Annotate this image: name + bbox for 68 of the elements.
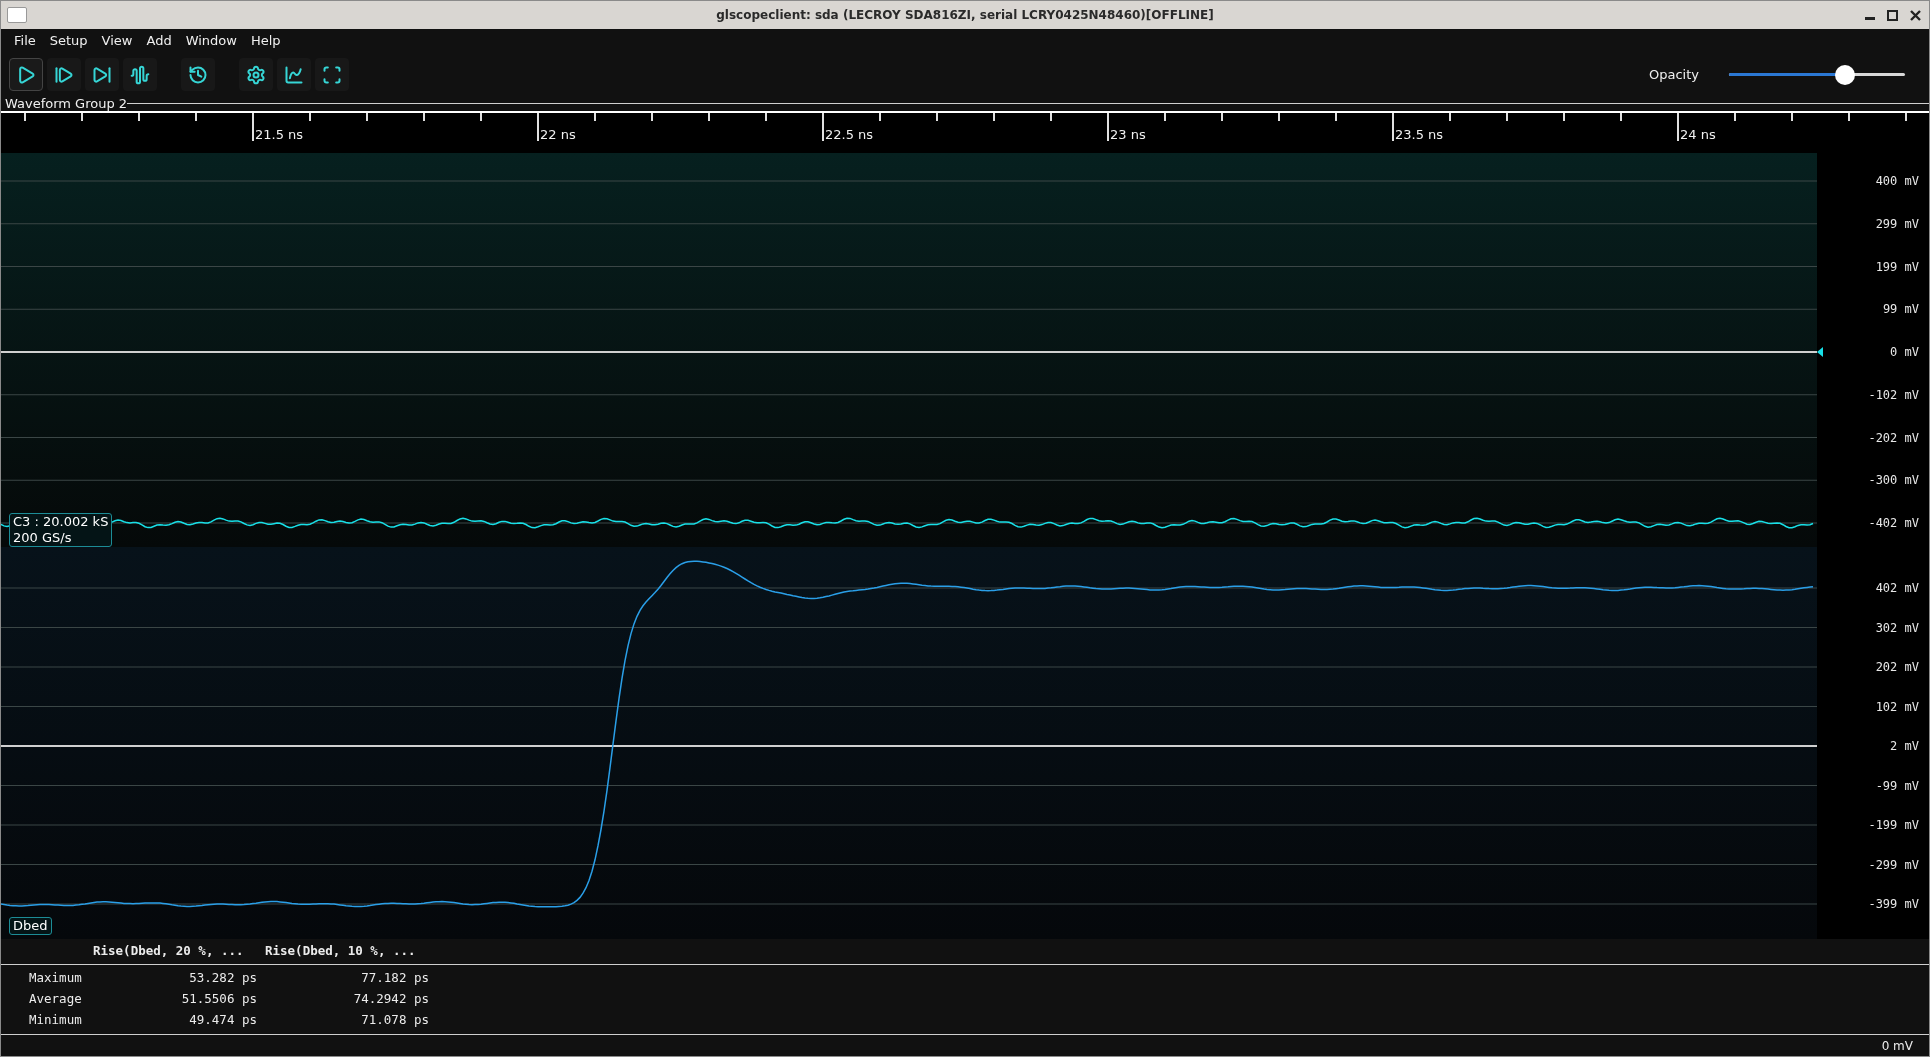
axis-label: -402 mV	[1868, 515, 1919, 531]
group-title: Waveform Group 2	[4, 96, 128, 111]
menu-item[interactable]: Window	[180, 31, 242, 51]
time-label: 24 ns	[1680, 126, 1716, 144]
toolbar-button[interactable]	[47, 58, 81, 91]
table-cell-text: 53.282 ps	[188, 969, 257, 988]
table-cell-text: 77.182 ps	[360, 969, 429, 988]
menu-item[interactable]: Add	[141, 31, 177, 51]
play-icon	[16, 64, 36, 85]
menu-item[interactable]: File	[9, 31, 41, 51]
maximize-icon[interactable]	[1887, 9, 1898, 21]
axis-label: 102 mV	[1875, 699, 1919, 715]
toolbar-button[interactable]	[239, 58, 273, 91]
step-forward-icon	[54, 64, 74, 85]
toolbar-button[interactable]	[9, 58, 43, 91]
toolbar-button[interactable]	[315, 58, 349, 91]
channel-label[interactable]: C3 : 20.002 kS 200 GS/s	[9, 513, 113, 547]
window-title: glscopeclient: sda (LECROY SDA816ZI, serial LCRY0425N48460)[OFFLINE]	[716, 7, 1214, 24]
axis-label: 0 mV	[1890, 344, 1919, 360]
table-cell-text: 51.5506 ps	[180, 990, 257, 1009]
axis-label: 302 mV	[1875, 620, 1919, 636]
row-label: Average	[28, 990, 83, 1009]
table-cell-text: 71.078 ps	[360, 1011, 429, 1030]
axis-label: -202 mV	[1868, 429, 1919, 446]
toolbar-button[interactable]	[277, 58, 311, 91]
fullscreen-icon	[322, 64, 342, 85]
axis-label: -102 mV	[1868, 386, 1919, 403]
waveform-icon	[130, 64, 150, 85]
row-label: Maximum	[28, 969, 83, 988]
row-label: Minimum	[28, 1011, 83, 1030]
toolbar-button[interactable]	[85, 58, 119, 91]
time-label: 22 ns	[540, 126, 576, 144]
close-icon[interactable]	[1910, 9, 1921, 21]
table-cell-text: 74.2942 ps	[352, 990, 429, 1009]
skip-forward-icon	[92, 64, 112, 85]
axis-label: 299 mV	[1875, 215, 1919, 232]
time-label: 21.5 ns	[255, 126, 304, 144]
toolbar-button[interactable]	[181, 58, 215, 91]
time-label: 23 ns	[1110, 126, 1146, 144]
axis-label: 402 mV	[1875, 580, 1919, 597]
history-icon	[188, 64, 208, 85]
axis-label: -99 mV	[1875, 778, 1919, 794]
column-header: Rise(Dbed, 20 %, ...	[93, 942, 245, 961]
column-header: Rise(Dbed, 10 %, ...	[265, 942, 417, 961]
axis-label: -299 mV	[1868, 857, 1919, 873]
axis-label: 2 mV	[1890, 738, 1919, 755]
channel-label[interactable]: Dbed	[9, 917, 52, 935]
axis-label: -399 mV	[1868, 896, 1919, 913]
menu-item[interactable]: View	[96, 31, 138, 51]
toolbar-button[interactable]	[123, 58, 157, 91]
axis-label: -199 mV	[1868, 817, 1919, 834]
window-icon	[7, 7, 27, 23]
opacity-slider[interactable]	[1729, 64, 1905, 85]
time-label: 22.5 ns	[825, 126, 874, 144]
axis-label: 199 mV	[1875, 258, 1919, 275]
table-cell-text: 49.474 ps	[188, 1011, 257, 1030]
slider-thumb[interactable]	[1835, 64, 1856, 85]
menu-item[interactable]: Setup	[44, 31, 93, 51]
settings-icon	[246, 64, 266, 85]
time-label: 23.5 ns	[1395, 126, 1444, 144]
curve-icon	[284, 64, 304, 85]
status-reading: 0 mV	[1881, 1037, 1913, 1055]
menu-item[interactable]: Help	[245, 31, 286, 51]
axis-label: 202 mV	[1875, 659, 1919, 676]
opacity-label: Opacity	[1649, 65, 1699, 84]
axis-label: -300 mV	[1868, 472, 1919, 489]
axis-label: 99 mV	[1882, 301, 1919, 318]
axis-label: 400 mV	[1875, 173, 1919, 189]
